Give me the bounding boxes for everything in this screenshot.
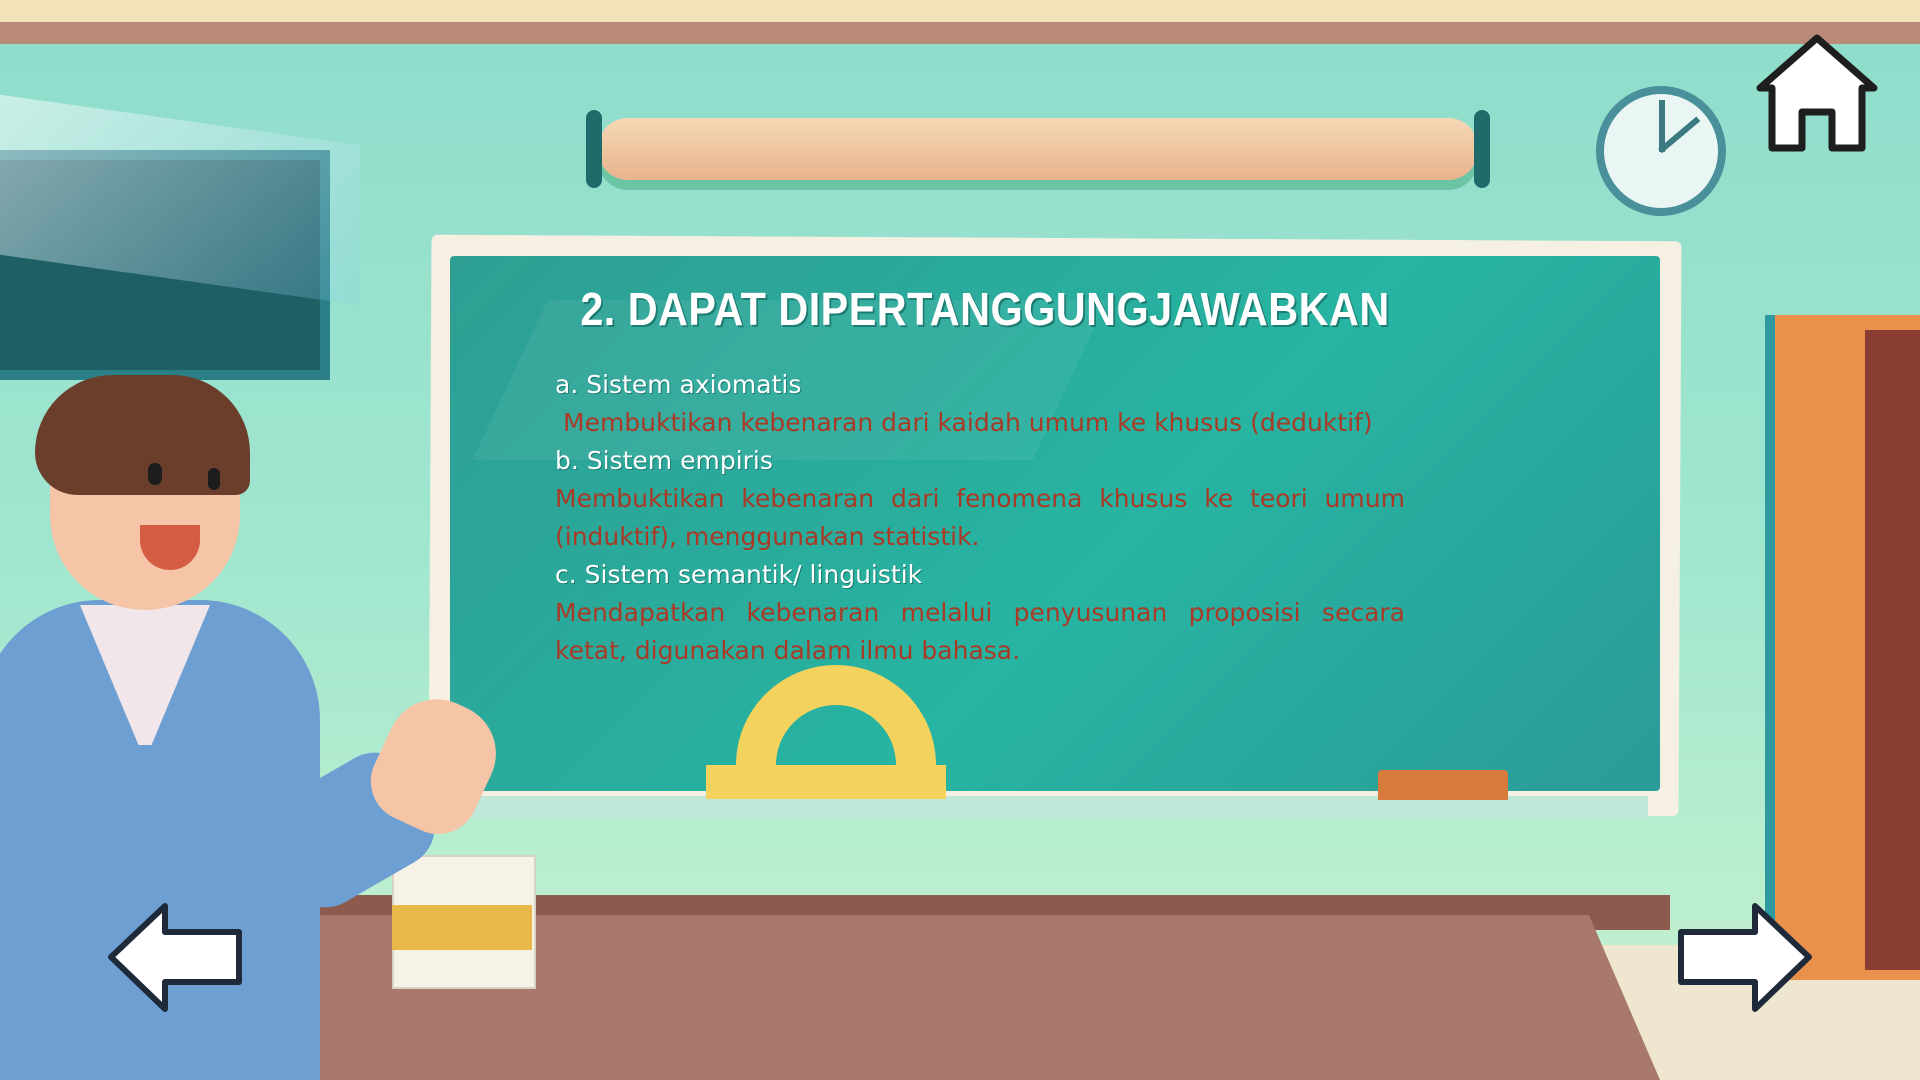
item-body: Membuktikan kebenaran dari fenomena khus… xyxy=(555,484,1405,551)
slide-content: a. Sistem axiomatis Membuktikan kebenara… xyxy=(555,366,1405,670)
ceiling-trim xyxy=(0,22,1920,44)
item-heading: b. Sistem empiris xyxy=(555,446,773,475)
chalk-box-label xyxy=(392,905,532,950)
arrow-left-icon xyxy=(108,903,242,1012)
item-body: Membuktikan kebenaran dari kaidah umum k… xyxy=(563,408,1373,437)
bookshelf-inner xyxy=(1865,330,1920,970)
projector-screen-roll xyxy=(586,110,1490,188)
prev-button[interactable] xyxy=(105,900,245,1015)
teacher-eye xyxy=(148,463,162,485)
home-icon xyxy=(1756,34,1878,152)
item-heading: a. Sistem axiomatis xyxy=(555,370,802,399)
protractor-base xyxy=(706,765,946,799)
item-body: Mendapatkan kebenaran melalui penyusunan… xyxy=(555,598,1405,665)
ceiling xyxy=(0,0,1920,22)
next-button[interactable] xyxy=(1675,900,1815,1015)
slide-title: 2. DAPAT DIPERTANGGUNGJAWABKAN xyxy=(580,283,1390,335)
arrow-right-icon xyxy=(1678,903,1812,1012)
item-heading: c. Sistem semantik/ linguistik xyxy=(555,560,923,589)
teacher-eye xyxy=(208,468,220,490)
eraser-icon xyxy=(1378,770,1508,800)
home-button[interactable] xyxy=(1752,30,1882,160)
